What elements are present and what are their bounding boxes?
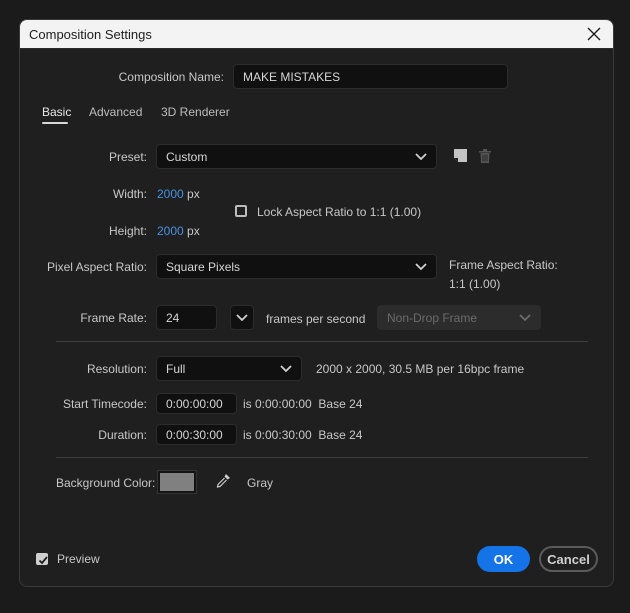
composition-name-input[interactable]: MAKE MISTAKES	[233, 64, 508, 89]
height-field[interactable]: 2000 px	[157, 224, 200, 238]
height-unit: px	[187, 224, 200, 238]
checkmark-icon	[38, 556, 48, 565]
save-preset-icon[interactable]	[454, 149, 468, 163]
width-value[interactable]: 2000	[157, 187, 184, 201]
frame-aspect-value: 1:1 (1.00)	[449, 277, 501, 291]
start-timecode-value: 0:00:00:00	[166, 396, 223, 411]
tab-3d-renderer[interactable]: 3D Renderer	[161, 105, 230, 119]
cancel-button[interactable]: Cancel	[539, 546, 598, 572]
drop-frame-value: Non-Drop Frame	[387, 310, 478, 325]
eyedropper-icon[interactable]	[215, 473, 231, 489]
preset-value: Custom	[166, 149, 208, 164]
width-label: Width:	[112, 187, 147, 201]
pixel-aspect-select[interactable]: Square Pixels	[156, 254, 437, 279]
lock-aspect-label: Lock Aspect Ratio to 1:1 (1.00)	[257, 205, 422, 219]
chevron-down-icon	[415, 152, 427, 160]
drop-frame-select: Non-Drop Frame	[377, 305, 541, 330]
composition-settings-dialog: Composition Settings Composition Name: M…	[19, 19, 614, 587]
preview-label: Preview	[57, 552, 100, 566]
close-icon[interactable]	[585, 25, 603, 43]
resolution-info: 2000 x 2000, 30.5 MB per 16bpc frame	[316, 362, 525, 376]
duration-info: is 0:00:30:00 Base 24	[243, 428, 363, 442]
background-color-name: Gray	[247, 476, 274, 490]
preset-label: Preset:	[108, 150, 147, 164]
height-value[interactable]: 2000	[157, 224, 184, 238]
frame-rate-unit: frames per second	[266, 312, 366, 326]
section-divider	[56, 341, 588, 342]
resolution-label: Resolution:	[86, 362, 147, 376]
tab-basic[interactable]: Basic	[42, 105, 71, 119]
chevron-down-icon	[519, 313, 531, 321]
frame-rate-label: Frame Rate:	[80, 311, 147, 325]
dialog-title: Composition Settings	[29, 27, 152, 42]
lock-aspect-checkbox[interactable]	[235, 205, 247, 217]
frame-rate-value: 24	[166, 310, 180, 325]
pixel-aspect-label: Pixel Aspect Ratio:	[46, 260, 147, 274]
background-color-swatch[interactable]	[157, 470, 197, 494]
resolution-select[interactable]: Full	[156, 356, 302, 381]
preset-select[interactable]: Custom	[156, 144, 437, 169]
composition-name-label: Composition Name:	[118, 70, 224, 84]
width-field[interactable]: 2000 px	[157, 187, 200, 201]
duration-input[interactable]: 0:00:30:00	[156, 424, 237, 445]
frame-rate-input[interactable]: 24	[156, 305, 217, 330]
section-divider	[56, 457, 588, 458]
frame-aspect-label: Frame Aspect Ratio:	[449, 258, 558, 272]
start-timecode-label: Start Timecode:	[62, 397, 147, 411]
start-timecode-info: is 0:00:00:00 Base 24	[243, 397, 363, 411]
frame-rate-dropdown[interactable]	[230, 305, 254, 330]
chevron-down-icon	[415, 262, 427, 270]
title-bar: Composition Settings	[20, 20, 613, 49]
active-tab-indicator	[42, 122, 68, 124]
trash-icon[interactable]	[479, 149, 491, 163]
preview-checkbox[interactable]	[36, 553, 48, 565]
tab-advanced[interactable]: Advanced	[89, 105, 142, 119]
duration-label: Duration:	[98, 428, 147, 442]
width-unit: px	[187, 187, 200, 201]
duration-value: 0:00:30:00	[166, 427, 223, 442]
ok-button[interactable]: OK	[477, 546, 530, 572]
chevron-down-icon	[280, 364, 292, 372]
composition-name-value: MAKE MISTAKES	[243, 69, 341, 84]
pixel-aspect-value: Square Pixels	[166, 259, 241, 274]
chevron-down-icon	[236, 313, 248, 321]
height-label: Height:	[108, 224, 147, 238]
background-color-label: Background Color:	[56, 476, 156, 490]
start-timecode-input[interactable]: 0:00:00:00	[156, 393, 237, 414]
resolution-value: Full	[166, 361, 186, 376]
